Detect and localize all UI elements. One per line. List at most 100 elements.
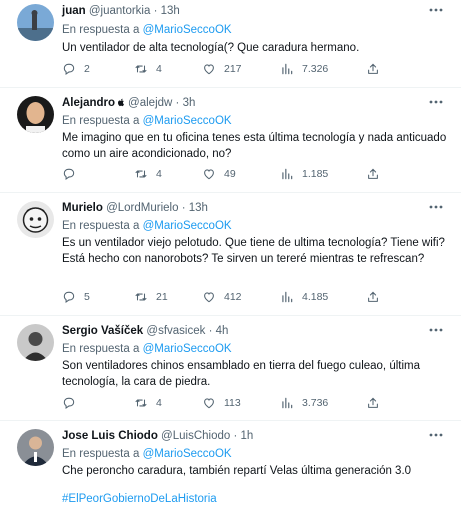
like-count: 49 xyxy=(224,168,236,180)
like-count: 217 xyxy=(224,63,242,75)
timestamp[interactable]: 13h xyxy=(161,5,180,17)
retweet-icon xyxy=(135,399,147,407)
author-handle[interactable]: @LuisChiodo xyxy=(161,430,230,442)
like-icon xyxy=(204,398,214,409)
views-count: 3.736 xyxy=(302,397,329,409)
views-count: 1.185 xyxy=(302,168,329,180)
tweet-header: Sergio Vašíček @sfvasicek · 4h xyxy=(62,324,447,339)
views-icon xyxy=(282,168,293,180)
reply-button[interactable]: 5 xyxy=(62,289,90,305)
reply-button[interactable] xyxy=(62,395,84,411)
author-handle[interactable]: @juantorkia xyxy=(89,5,151,17)
retweet-button[interactable]: 21 xyxy=(134,289,168,305)
retweet-icon xyxy=(135,293,147,301)
tweet-header: Alejandro @alejdw · 3h xyxy=(62,96,447,111)
reply-context: En respuesta a @MarioSeccoOK xyxy=(62,23,447,38)
avatar[interactable] xyxy=(17,201,54,238)
like-button[interactable]: 217 xyxy=(202,61,242,77)
share-button[interactable] xyxy=(366,61,388,77)
views-button[interactable]: 3.736 xyxy=(280,395,328,411)
author-name[interactable]: Murielo xyxy=(62,202,103,214)
timestamp[interactable]: 4h xyxy=(216,325,229,337)
apple-icon xyxy=(118,98,124,107)
tweet-juan[interactable]: juan @juantorkia · 13h En respuesta a @M… xyxy=(0,0,461,88)
tweet-text: Un ventilador de alta tecnología(? Que c… xyxy=(62,42,360,54)
tweet-text: Che peroncho caradura, también repartí V… xyxy=(62,465,412,477)
tweet-actions: 4 49 1.185 xyxy=(62,166,392,182)
tweet-murielo[interactable]: Murielo @LordMurielo · 13h En respuesta … xyxy=(0,193,461,316)
author-name[interactable]: Sergio Vašíček xyxy=(62,325,143,337)
reply-icon xyxy=(63,397,75,409)
mention-link[interactable]: @MarioSeccoOK xyxy=(143,24,232,36)
timestamp[interactable]: 13h xyxy=(189,202,208,214)
author-name[interactable]: Alejandro xyxy=(62,97,115,109)
like-icon xyxy=(204,292,214,303)
tweet-sergio[interactable]: Sergio Vašíček @sfvasicek · 4h En respue… xyxy=(0,316,461,421)
reply-context: En respuesta a @MarioSeccoOK xyxy=(62,447,447,462)
reply-context: En respuesta a @MarioSeccoOK xyxy=(62,114,447,129)
like-button[interactable]: 49 xyxy=(202,166,236,182)
mention-link[interactable]: @MarioSeccoOK xyxy=(143,343,232,355)
more-icon[interactable] xyxy=(429,327,443,333)
more-icon[interactable] xyxy=(429,204,443,210)
views-count: 7.326 xyxy=(302,63,329,75)
reply-icon xyxy=(63,168,75,180)
views-icon xyxy=(282,291,293,303)
retweet-button[interactable]: 4 xyxy=(134,395,162,411)
reply-button[interactable]: 2 xyxy=(62,61,90,77)
author-name[interactable]: Jose Luis Chiodo xyxy=(62,430,158,442)
reply-button[interactable] xyxy=(62,166,84,182)
views-button[interactable]: 4.185 xyxy=(280,289,328,305)
share-button[interactable] xyxy=(366,395,388,411)
tweet-jose-luis[interactable]: Jose Luis Chiodo @LuisChiodo · 1h En res… xyxy=(0,421,461,506)
tweet-header: juan @juantorkia · 13h xyxy=(62,4,447,19)
mention-link[interactable]: @MarioSeccoOK xyxy=(143,220,232,232)
author-handle[interactable]: @alejdw xyxy=(128,97,172,109)
tweet-text: Me imagino que en tu oficina tenes esta … xyxy=(62,132,447,160)
tweet-header: Jose Luis Chiodo @LuisChiodo · 1h xyxy=(62,429,447,444)
hashtag-link[interactable]: #ElPeorGobiernoDeLaHistoria xyxy=(62,491,447,506)
tweet-text: Son ventiladores chinos ensamblado en ti… xyxy=(62,360,420,388)
more-icon[interactable] xyxy=(429,432,443,438)
like-button[interactable]: 412 xyxy=(202,289,242,305)
like-count: 113 xyxy=(224,397,241,409)
tweet-text: Es un ventilador viejo pelotudo. Que tie… xyxy=(62,237,445,265)
reply-icon xyxy=(63,63,75,75)
tweet-header: Murielo @LordMurielo · 13h xyxy=(62,201,447,216)
share-button[interactable] xyxy=(366,166,388,182)
timestamp[interactable]: 3h xyxy=(183,97,196,109)
more-icon[interactable] xyxy=(429,7,443,13)
views-count: 4.185 xyxy=(302,291,329,303)
timestamp[interactable]: 1h xyxy=(241,430,254,442)
tweet-alejandro[interactable]: Alejandro @alejdw · 3h En respuesta a @Ma… xyxy=(0,88,461,193)
reply-feed: juan @juantorkia · 13h En respuesta a @M… xyxy=(0,0,461,506)
author-handle[interactable]: @sfvasicek xyxy=(146,325,205,337)
retweet-button[interactable]: 4 xyxy=(134,166,162,182)
views-button[interactable]: 1.185 xyxy=(280,166,328,182)
like-count: 412 xyxy=(224,291,242,303)
reply-context: En respuesta a @MarioSeccoOK xyxy=(62,342,447,357)
retweet-button[interactable]: 4 xyxy=(134,61,162,77)
avatar[interactable] xyxy=(17,96,54,133)
avatar[interactable] xyxy=(17,324,54,361)
separator-dot: · xyxy=(175,97,180,109)
retweet-count: 4 xyxy=(156,63,162,75)
avatar[interactable] xyxy=(17,4,54,41)
share-button[interactable] xyxy=(366,289,388,305)
views-button[interactable]: 7.326 xyxy=(280,61,328,77)
share-icon xyxy=(368,397,378,408)
like-icon xyxy=(204,64,214,75)
retweet-icon xyxy=(135,65,147,73)
more-icon[interactable] xyxy=(429,99,443,105)
mention-link[interactable]: @MarioSeccoOK xyxy=(143,115,232,127)
avatar[interactable] xyxy=(17,429,54,466)
retweet-count: 21 xyxy=(156,291,168,303)
mention-link[interactable]: @MarioSeccoOK xyxy=(143,448,232,460)
retweet-count: 4 xyxy=(156,168,162,180)
author-name[interactable]: juan xyxy=(62,5,86,17)
separator-dot: · xyxy=(153,5,158,17)
like-button[interactable]: 113 xyxy=(202,395,241,411)
retweet-icon xyxy=(135,170,147,178)
retweet-count: 4 xyxy=(156,397,162,409)
author-handle[interactable]: @LordMurielo xyxy=(106,202,178,214)
